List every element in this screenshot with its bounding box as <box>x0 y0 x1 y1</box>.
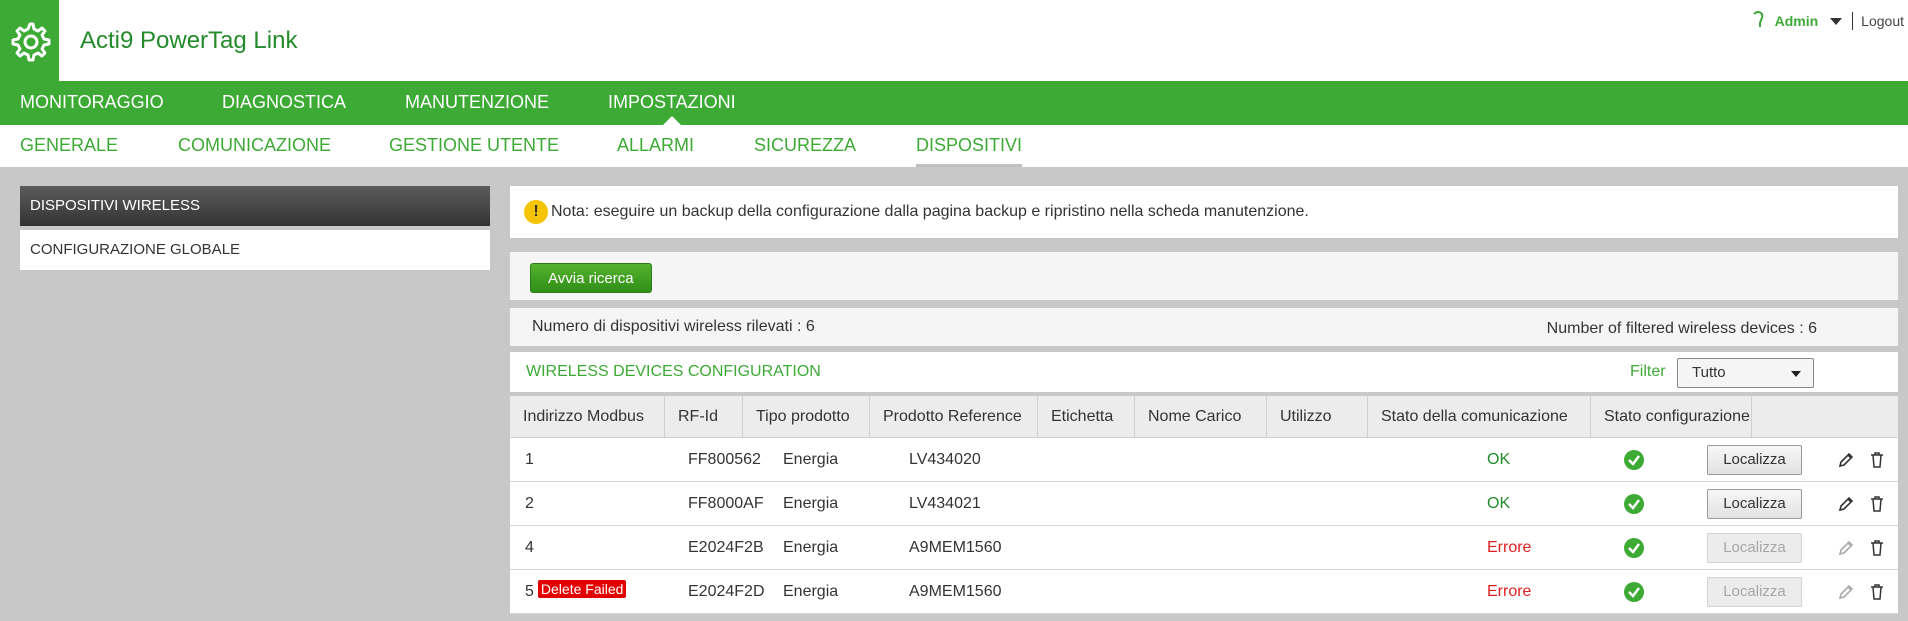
product-reference: LV434021 <box>909 495 981 512</box>
column-header[interactable]: Utilizzo <box>1267 396 1368 438</box>
product-type: Energia <box>783 495 839 512</box>
modbus-address: 2 <box>525 495 534 512</box>
tab-diagnostica[interactable]: DIAGNOSTICA <box>222 81 346 125</box>
rf-id: FF800562 <box>688 451 761 468</box>
modbus-address: 1 <box>525 451 534 468</box>
column-header[interactable]: RF-Id <box>665 396 743 438</box>
filter-select[interactable]: Tutto <box>1677 358 1814 388</box>
user-icon <box>1751 10 1765 32</box>
sidebar-item-configurazione-globale[interactable]: CONFIGURAZIONE GLOBALE <box>20 230 490 270</box>
locate-button[interactable]: Localizza <box>1707 489 1802 519</box>
product-type: Energia <box>783 539 839 556</box>
warning-icon: ! <box>524 200 548 224</box>
note-banner: ! Nota: eseguire un backup della configu… <box>510 186 1898 238</box>
count-bar: Numero di dispositivi wireless rilevati … <box>510 308 1898 346</box>
tab-allarmi[interactable]: ALLARMI <box>617 125 694 167</box>
user-name-button[interactable]: Admin <box>1775 13 1819 29</box>
gear-icon <box>0 0 59 81</box>
product-type: Energia <box>783 451 839 468</box>
main-content: ! Nota: eseguire un backup della configu… <box>510 186 1898 614</box>
product-reference: A9MEM1560 <box>909 583 1002 600</box>
table-row[interactable]: 4 E2024F2B Energia A9MEM1560 Errore Loca… <box>510 526 1898 570</box>
tab-comunicazione[interactable]: COMUNICAZIONE <box>178 125 331 167</box>
tab-impostazioni[interactable]: IMPOSTAZIONI <box>608 81 736 125</box>
user-menu: Admin Logout <box>1751 10 1908 32</box>
tab-sicurezza[interactable]: SICUREZZA <box>754 125 856 167</box>
main-nav: MONITORAGGIO DIAGNOSTICA MANUTENZIONE IM… <box>0 81 1908 125</box>
check-icon <box>1624 450 1644 470</box>
filtered-count: Number of filtered wireless devices : 6 <box>1546 320 1817 337</box>
comm-status: OK <box>1487 451 1511 468</box>
note-text: Nota: eseguire un backup della configura… <box>551 203 1309 220</box>
table-row[interactable]: 5 Delete Failed E2024F2D Energia A9MEM156… <box>510 570 1898 614</box>
edit-icon[interactable] <box>1837 583 1855 606</box>
table-header: Indirizzo Modbus RF-Id Tipo prodotto Pro… <box>510 396 1898 438</box>
edit-icon[interactable] <box>1837 539 1855 562</box>
locate-button[interactable]: Localizza <box>1707 577 1802 607</box>
comm-status: OK <box>1487 495 1511 512</box>
trash-icon[interactable] <box>1869 451 1885 474</box>
column-header[interactable]: Indirizzo Modbus <box>510 396 665 438</box>
column-header[interactable]: Tipo prodotto <box>743 396 870 438</box>
detected-count: Numero di dispositivi wireless rilevati … <box>532 318 815 335</box>
app-title: Acti9 PowerTag Link <box>80 27 298 54</box>
app-header: Acti9 PowerTag Link Admin Logout <box>0 0 1908 81</box>
config-bar: WIRELESS DEVICES CONFIGURATION Filter Tu… <box>510 352 1898 392</box>
product-reference: A9MEM1560 <box>909 539 1002 556</box>
table-row[interactable]: 1 FF800562 Energia LV434020 OK Localizza <box>510 438 1898 482</box>
rf-id: E2024F2D <box>688 583 765 600</box>
rf-id: E2024F2B <box>688 539 764 556</box>
delete-failed-badge: Delete Failed <box>537 580 627 598</box>
logout-link[interactable]: Logout <box>1861 13 1904 29</box>
locate-button[interactable]: Localizza <box>1707 533 1802 563</box>
tab-gestione-utente[interactable]: GESTIONE UTENTE <box>389 125 559 167</box>
column-header[interactable]: Etichetta <box>1038 396 1135 438</box>
edit-icon[interactable] <box>1837 495 1855 518</box>
sub-nav: GENERALE COMUNICAZIONE GESTIONE UTENTE A… <box>0 125 1908 167</box>
search-bar: Avvia ricerca <box>510 252 1898 300</box>
chevron-down-icon <box>1791 371 1801 377</box>
sidebar-item-dispositivi-wireless[interactable]: DISPOSITIVI WIRELESS <box>20 186 490 226</box>
divider <box>1852 12 1854 30</box>
edit-icon[interactable] <box>1837 451 1855 474</box>
sidebar: DISPOSITIVI WIRELESS CONFIGURAZIONE GLOB… <box>20 186 490 270</box>
tab-generale[interactable]: GENERALE <box>20 125 118 167</box>
locate-button[interactable]: Localizza <box>1707 445 1802 475</box>
table-row[interactable]: 2 FF8000AF Energia LV434021 OK Localizza <box>510 482 1898 526</box>
column-header[interactable]: Nome Carico <box>1135 396 1267 438</box>
column-header[interactable]: Stato configurazione <box>1591 396 1752 438</box>
check-icon <box>1624 494 1644 514</box>
tab-dispositivi[interactable]: DISPOSITIVI <box>916 125 1023 167</box>
filter-value: Tutto <box>1692 364 1726 381</box>
product-reference: LV434020 <box>909 451 981 468</box>
column-header[interactable]: Stato della comunicazione <box>1368 396 1591 438</box>
comm-status: Errore <box>1487 539 1532 556</box>
rf-id: FF8000AF <box>688 495 764 512</box>
start-search-button[interactable]: Avvia ricerca <box>530 263 652 293</box>
trash-icon[interactable] <box>1869 495 1885 518</box>
devices-table: Indirizzo Modbus RF-Id Tipo prodotto Pro… <box>510 396 1898 614</box>
trash-icon[interactable] <box>1869 539 1885 562</box>
chevron-down-icon[interactable] <box>1830 17 1843 25</box>
check-icon <box>1624 538 1644 558</box>
column-header[interactable]: Prodotto Reference <box>870 396 1038 438</box>
modbus-address: 5 Delete Failed <box>525 570 627 614</box>
modbus-address: 4 <box>525 539 534 556</box>
comm-status: Errore <box>1487 583 1532 600</box>
section-title: WIRELESS DEVICES CONFIGURATION <box>526 363 821 380</box>
tab-monitoraggio[interactable]: MONITORAGGIO <box>20 81 164 125</box>
filter-label: Filter <box>1630 363 1666 380</box>
trash-icon[interactable] <box>1869 583 1885 606</box>
product-type: Energia <box>783 583 839 600</box>
check-icon <box>1624 582 1644 602</box>
tab-manutenzione[interactable]: MANUTENZIONE <box>405 81 549 125</box>
